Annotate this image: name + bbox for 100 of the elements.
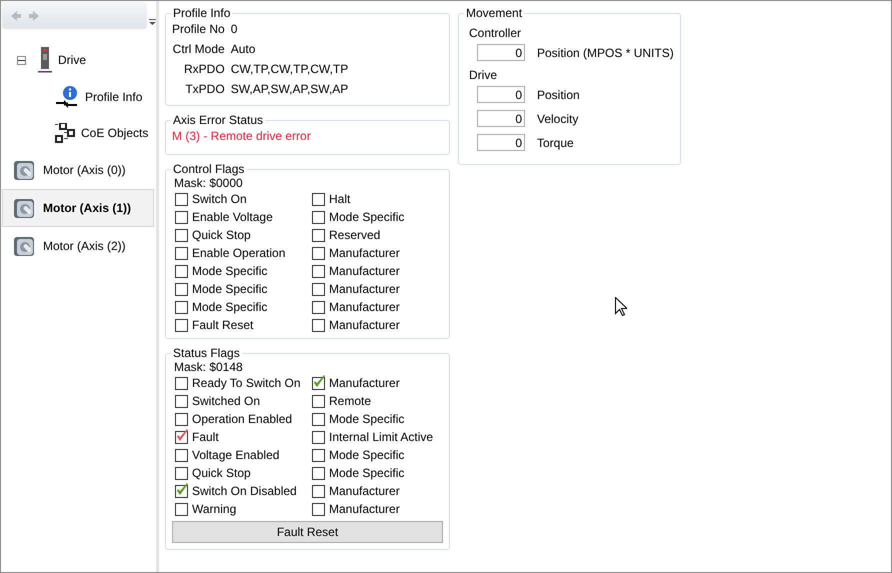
field-label: TxPDO xyxy=(184,82,225,96)
motor-icon xyxy=(13,197,37,219)
checkbox-label: Mode Specific xyxy=(192,300,268,314)
tree-item[interactable]: Drive xyxy=(2,41,154,79)
error-message: M (3) - Remote drive error xyxy=(172,128,312,145)
checkbox[interactable] xyxy=(175,376,188,390)
checkbox[interactable] xyxy=(175,246,188,260)
checkbox[interactable] xyxy=(175,394,188,408)
input-field[interactable]: 0 xyxy=(477,86,525,103)
checkbox[interactable] xyxy=(175,484,188,498)
input-field[interactable]: 0 xyxy=(477,134,525,151)
checkbox-label: Manufacturer xyxy=(329,246,400,260)
section-title: Controller xyxy=(469,26,522,40)
tree-item[interactable]: CoE Objects xyxy=(2,115,154,151)
checkbox-label: Manufacturer xyxy=(329,300,400,314)
checkbox[interactable] xyxy=(175,502,188,516)
checkbox-label: Enable Voltage xyxy=(192,210,273,224)
checkbox-label: Manufacturer xyxy=(329,264,400,278)
checkbox-label: Fault Reset xyxy=(192,318,254,332)
collapse-icon[interactable] xyxy=(17,56,26,64)
field-label: Ctrl Mode xyxy=(172,42,225,56)
cursor-icon xyxy=(615,297,627,316)
checkbox[interactable] xyxy=(312,246,325,260)
field-value: Auto xyxy=(230,42,256,56)
checkbox[interactable] xyxy=(312,282,325,296)
group-title: Status Flags xyxy=(172,346,241,360)
group-title: Control Flags xyxy=(172,162,246,176)
checkbox[interactable] xyxy=(175,448,188,462)
motor-icon xyxy=(13,235,37,257)
checkbox[interactable] xyxy=(312,448,325,462)
checkbox[interactable] xyxy=(312,394,325,408)
info-exchange-icon xyxy=(55,85,79,109)
field-value: SW,AP,SW,AP,SW,AP xyxy=(230,82,350,96)
field-label: Torque xyxy=(537,136,574,150)
checkbox[interactable] xyxy=(312,484,325,498)
drive-icon xyxy=(38,46,52,74)
mask-text: Mask: $0000 xyxy=(173,176,244,192)
mask-text: Mask: $0148 xyxy=(173,360,244,376)
group-title: Axis Error Status xyxy=(172,113,264,127)
checkbox-label: Remote xyxy=(329,394,372,408)
section-title: Drive xyxy=(469,68,498,82)
field-value: 0 xyxy=(230,22,238,36)
checkbox-label: Manufacturer xyxy=(329,282,400,296)
checkbox-label: Reserved xyxy=(329,228,380,242)
checkbox[interactable] xyxy=(312,318,325,332)
checkbox[interactable] xyxy=(312,264,325,278)
overflow-icon[interactable] xyxy=(149,19,156,25)
checkbox[interactable] xyxy=(175,210,188,224)
checkbox[interactable] xyxy=(175,264,188,278)
checkbox[interactable] xyxy=(312,228,325,242)
checkbox-label: Quick Stop xyxy=(192,466,251,480)
input-field[interactable]: 0 xyxy=(477,44,525,61)
checkbox[interactable] xyxy=(175,300,188,314)
checkbox-label: Halt xyxy=(329,192,350,206)
checkbox[interactable] xyxy=(175,430,188,444)
checkbox[interactable] xyxy=(312,430,325,444)
checkbox-label: Mode Specific xyxy=(329,412,404,426)
group-title: Movement xyxy=(465,6,524,20)
field-label: Velocity xyxy=(537,112,578,126)
checkbox-label: Mode Specific xyxy=(329,210,404,224)
tree-item[interactable]: Motor (Axis (0)) xyxy=(2,151,154,189)
motor-icon xyxy=(13,159,37,181)
checkbox[interactable] xyxy=(312,412,325,426)
checkbox[interactable] xyxy=(175,466,188,480)
checkbox-label: Mode Specific xyxy=(329,466,404,480)
checkbox-label: Enable Operation xyxy=(192,246,286,260)
checkbox-label: Quick Stop xyxy=(192,228,251,242)
tree-item[interactable]: Profile Info xyxy=(2,79,154,115)
checkbox[interactable] xyxy=(175,282,188,296)
field-label: Position xyxy=(537,88,580,102)
checkbox[interactable] xyxy=(312,502,325,516)
checkbox[interactable] xyxy=(312,210,325,224)
checkbox[interactable] xyxy=(312,466,325,480)
checkbox[interactable] xyxy=(312,300,325,314)
checkbox[interactable] xyxy=(175,412,188,426)
checkbox-label: Warning xyxy=(192,502,236,516)
field-label: RxPDO xyxy=(183,62,225,76)
checkbox-label: Manufacturer xyxy=(329,502,400,516)
checkbox[interactable] xyxy=(312,376,325,390)
checkbox-label: Manufacturer xyxy=(329,318,400,332)
checkbox[interactable] xyxy=(175,228,188,242)
checkbox-label: Mode Specific xyxy=(192,264,268,278)
field-value: CW,TP,CW,TP,CW,TP xyxy=(230,62,350,76)
checkbox-label: Manufacturer xyxy=(329,484,400,498)
checkbox-label: Switched On xyxy=(192,394,260,408)
checkbox-label: Voltage Enabled xyxy=(192,448,280,462)
tree-item[interactable]: Motor (Axis (2)) xyxy=(2,227,154,265)
checkbox-label: Fault xyxy=(192,430,219,444)
fault-reset-button[interactable]: Fault Reset xyxy=(172,521,443,543)
tree-item[interactable]: Motor (Axis (1)) xyxy=(2,189,154,227)
checkbox[interactable] xyxy=(175,192,188,206)
checkbox-label: Mode Specific xyxy=(329,448,404,462)
checkbox-label: Ready To Switch On xyxy=(192,376,300,390)
checkbox-label: Manufacturer xyxy=(329,376,400,390)
objects-icon xyxy=(55,123,75,143)
field-label: Profile No xyxy=(172,22,225,36)
checkbox[interactable] xyxy=(175,318,188,332)
input-field[interactable]: 0 xyxy=(477,110,525,127)
checkbox[interactable] xyxy=(312,192,325,206)
checkbox-label: Switch On Disabled xyxy=(192,484,297,498)
